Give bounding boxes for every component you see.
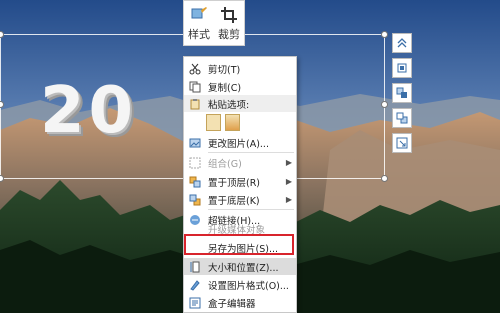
menu-item-send-to-back[interactable]: 置于底层(K) ▶ <box>184 191 296 208</box>
size-position-icon <box>188 260 202 274</box>
send-backward-icon <box>396 112 408 124</box>
expand-corner-icon <box>396 137 408 149</box>
menu-item-group[interactable]: 组合(G) ▶ <box>184 154 296 171</box>
paste-keep-format-button[interactable] <box>206 114 221 131</box>
box-editor-icon <box>188 296 202 310</box>
format-picture-icon <box>188 278 202 292</box>
crop-icon <box>221 7 237 23</box>
menu-item-change-picture[interactable]: 更改图片(A)... <box>184 134 296 151</box>
side-quick-tools <box>392 33 412 153</box>
menu-separator <box>208 209 294 210</box>
group-icon <box>188 156 202 170</box>
resize-handle-right[interactable] <box>381 101 388 108</box>
copy-icon <box>188 80 202 94</box>
submenu-arrow-icon: ▶ <box>285 158 292 167</box>
crop-frame-button[interactable] <box>392 58 412 78</box>
crop-button[interactable]: 裁剪 <box>214 1 244 45</box>
bring-forward-button[interactable] <box>392 83 412 103</box>
highlight-annotation-box <box>184 234 294 255</box>
menu-item-size-position[interactable]: 大小和位置(Z)... <box>184 258 296 275</box>
clipboard-icon <box>188 97 202 111</box>
collapse-up-button[interactable] <box>392 33 412 53</box>
submenu-arrow-icon: ▶ <box>285 177 292 186</box>
scissors-icon <box>188 62 202 76</box>
bring-front-icon <box>188 175 202 189</box>
resize-handle-bottom-right[interactable] <box>381 175 388 182</box>
menu-item-format-picture[interactable]: 设置图片格式(O)... <box>184 276 296 293</box>
style-button[interactable]: 样式 <box>184 1 214 45</box>
paste-as-picture-button[interactable] <box>225 114 240 131</box>
bring-forward-icon <box>396 87 407 98</box>
mini-toolbar: 样式 裁剪 <box>183 0 245 46</box>
menu-item-cut[interactable]: 剪切(T) <box>184 60 296 77</box>
change-picture-icon <box>188 136 202 150</box>
double-chevron-up-icon <box>397 38 407 48</box>
menu-separator <box>208 152 294 153</box>
more-options-button[interactable] <box>392 133 412 153</box>
submenu-arrow-icon: ▶ <box>285 195 292 204</box>
menu-item-copy[interactable]: 复制(C) <box>184 78 296 95</box>
paste-options-row <box>206 114 240 131</box>
crop-frame-icon <box>397 63 407 73</box>
menu-item-paste-options: 粘贴选项: <box>184 95 296 112</box>
send-backward-button[interactable] <box>392 108 412 128</box>
resize-handle-top-right[interactable] <box>381 31 388 38</box>
menu-item-box-editor[interactable]: 盒子编辑器 <box>184 294 296 311</box>
menu-item-bring-to-front[interactable]: 置于顶层(R) ▶ <box>184 173 296 190</box>
context-menu: 剪切(T) 复制(C) 粘贴选项: 更改图片(A)... 组合(G) ▶ 置于顶… <box>183 56 297 313</box>
style-brush-icon <box>191 7 207 19</box>
send-back-icon <box>188 193 202 207</box>
